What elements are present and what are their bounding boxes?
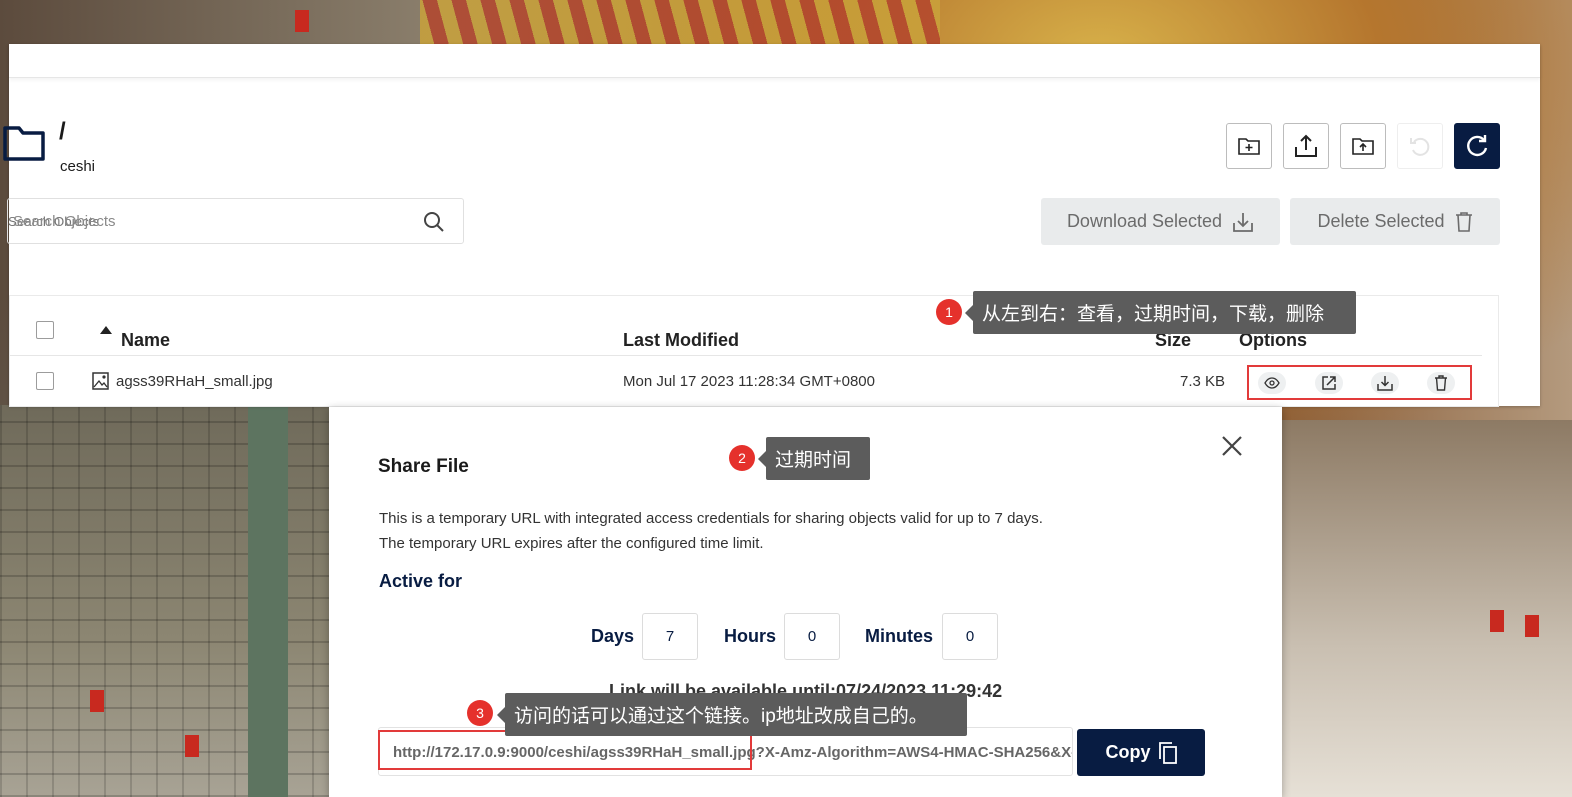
download-button[interactable]	[1371, 372, 1399, 394]
background-flag	[90, 690, 104, 712]
folder-icon	[3, 126, 45, 161]
copy-icon	[1158, 741, 1177, 764]
minutes-input[interactable]: 0	[942, 613, 998, 660]
select-all-checkbox[interactable]	[36, 321, 54, 339]
annotation-tooltip-3: 访问的话可以通过这个链接。ip地址改成自己的。	[497, 693, 967, 736]
annotation-tooltip-1: 从左到右：查看，过期时间，下载，删除	[965, 291, 1356, 334]
refresh-button[interactable]	[1454, 123, 1500, 169]
days-label: Days	[591, 626, 635, 646]
row-divider	[10, 355, 1482, 356]
modal-title: Share File	[378, 456, 469, 477]
delete-selected-button[interactable]: Delete Selected	[1290, 198, 1500, 245]
hours-label: Hours	[724, 626, 777, 646]
modal-description-line1: This is a temporary URL with integrated …	[379, 510, 1043, 527]
panel-top-bar	[9, 44, 1540, 78]
rewind-button[interactable]	[1397, 123, 1443, 169]
url-highlight	[378, 730, 752, 770]
bucket-name: ceshi	[60, 158, 96, 175]
file-size: 7.3 KB	[1180, 373, 1226, 390]
column-header-name[interactable]: Name	[121, 330, 170, 351]
download-selected-label: Download Selected	[1066, 211, 1223, 231]
copy-label: Copy	[1105, 742, 1151, 762]
download-selected-button[interactable]: Download Selected	[1041, 198, 1280, 245]
refresh-icon	[1467, 135, 1488, 157]
background-banner	[420, 0, 940, 45]
trash-icon	[1435, 375, 1447, 391]
annotation-tooltip-2: 过期时间	[758, 437, 870, 480]
delete-selected-label: Delete Selected	[1317, 211, 1445, 231]
background-flag	[185, 735, 199, 757]
download-icon	[1377, 376, 1393, 391]
delete-button[interactable]	[1427, 372, 1455, 394]
file-last-modified: Mon Jul 17 2023 11:28:34 GMT+0800	[623, 373, 875, 390]
download-icon	[1233, 212, 1253, 232]
preview-button[interactable]	[1258, 372, 1286, 394]
annotation-badge-2: 2	[729, 445, 755, 471]
close-icon[interactable]	[1221, 435, 1243, 457]
search-icon[interactable]	[423, 211, 445, 233]
background-tower	[248, 405, 288, 797]
active-for-label: Active for	[379, 571, 463, 591]
copy-button[interactable]: Copy	[1077, 729, 1205, 776]
annotation-badge-3: 3	[467, 700, 493, 726]
image-file-icon	[92, 372, 109, 390]
search-bar[interactable]: Search Objects	[7, 198, 464, 244]
options-highlight	[1247, 365, 1472, 400]
row-checkbox[interactable]	[36, 372, 54, 390]
create-folder-button[interactable]	[1226, 123, 1272, 169]
new-folder-icon	[1238, 138, 1260, 155]
background-flag	[295, 10, 309, 32]
file-name[interactable]: agss39RHaH_small.jpg	[116, 373, 273, 390]
search-placeholder: Search Objects	[13, 213, 116, 230]
modal-description-line2: The temporary URL expires after the conf…	[379, 535, 764, 552]
eye-icon	[1264, 377, 1280, 389]
upload-file-button[interactable]	[1283, 123, 1329, 169]
upload-folder-button[interactable]	[1340, 123, 1386, 169]
minutes-label: Minutes	[865, 626, 934, 646]
hours-input[interactable]: 0	[784, 613, 840, 660]
sort-ascending-icon[interactable]	[100, 326, 112, 334]
annotation-badge-1: 1	[936, 299, 962, 325]
upload-folder-icon	[1352, 138, 1374, 155]
share-button[interactable]	[1315, 372, 1343, 394]
background-flag	[1525, 615, 1539, 637]
column-header-last-modified[interactable]: Last Modified	[623, 330, 739, 351]
share-icon	[1322, 376, 1336, 390]
rewind-icon	[1410, 137, 1430, 156]
trash-icon	[1455, 211, 1472, 232]
object-browser-panel: / ceshi Search Objects Download Selected…	[3, 44, 1540, 407]
days-input[interactable]: 7	[642, 613, 698, 660]
background-flag	[1490, 610, 1504, 632]
upload-file-icon	[1295, 134, 1317, 157]
current-path: /	[59, 118, 66, 145]
background-water	[1272, 420, 1572, 797]
